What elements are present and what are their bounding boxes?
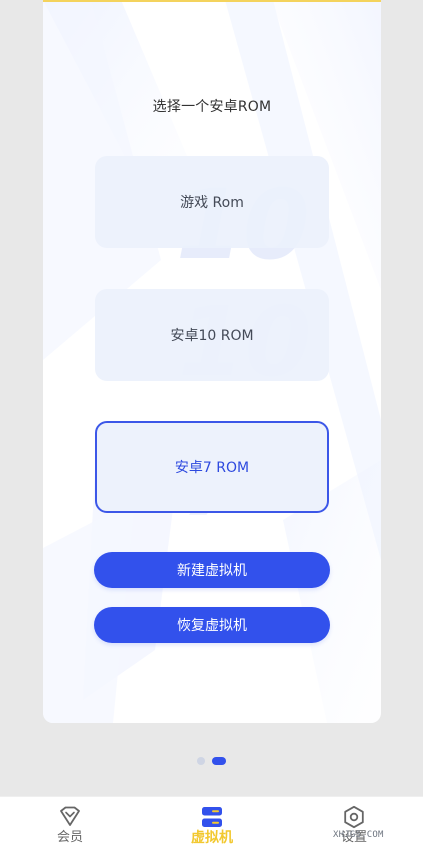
rom-option-game[interactable]: 游戏 Rom: [95, 156, 329, 248]
nav-virtual-machine[interactable]: 虚拟机: [172, 805, 252, 849]
rom-option-android10-label: 安卓10 ROM: [170, 328, 254, 344]
nav-member-label: 会员: [56, 830, 83, 845]
watermark-text: XHJGS.COM: [333, 830, 384, 840]
server-icon: [202, 807, 222, 827]
page-indicator: [197, 756, 237, 766]
settings-hexagon-icon: [344, 805, 364, 829]
rom-option-game-label: 游戏 Rom: [180, 195, 244, 211]
rom-option-android10[interactable]: 安卓10 ROM: [95, 289, 329, 381]
new-vm-button[interactable]: 新建虚拟机: [94, 552, 330, 588]
card-title: 选择一个安卓ROM: [152, 99, 272, 115]
top-accent-line: [43, 0, 381, 2]
nav-settings[interactable]: 设置: [314, 805, 394, 849]
nav-member[interactable]: 会员: [30, 805, 110, 849]
page-dot-1[interactable]: [197, 757, 205, 765]
diamond-icon: [60, 806, 80, 826]
nav-virtual-machine-label: 虚拟机: [191, 830, 233, 846]
rom-option-android7-label: 安卓7 ROM: [174, 460, 250, 476]
restore-vm-button[interactable]: 恢复虚拟机: [94, 607, 330, 643]
page-dot-2-active[interactable]: [212, 757, 226, 765]
app-screen: 10 10 7 选择一个安卓ROM 游戏 Rom 安卓10 ROM 安卓7 RO…: [0, 0, 423, 850]
bottom-navigation: 会员 虚拟机 设置: [0, 796, 423, 850]
rom-selection-card: 10 10 7 选择一个安卓ROM 游戏 Rom 安卓10 ROM 安卓7 RO…: [43, 0, 381, 723]
rom-option-android7[interactable]: 安卓7 ROM: [95, 421, 329, 513]
